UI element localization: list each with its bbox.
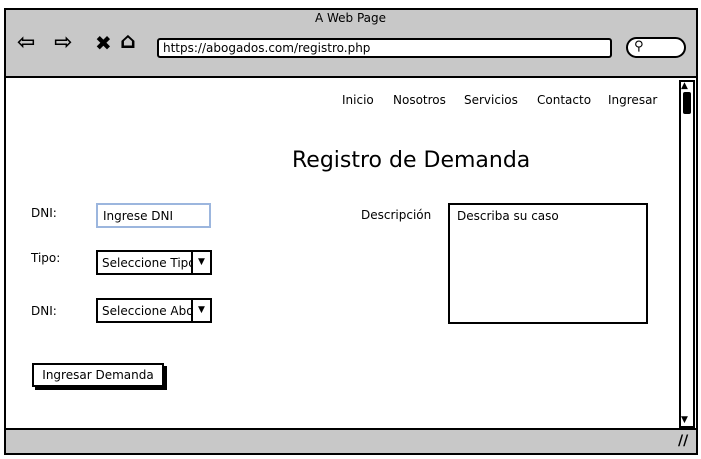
stop-icon[interactable]: ✖ <box>95 32 112 54</box>
forward-arrow-icon[interactable]: ⇨ <box>54 32 72 54</box>
tipo-label: Tipo: <box>31 251 61 265</box>
scroll-up-icon[interactable]: ▲ <box>681 82 688 91</box>
chevron-down-icon[interactable]: ▼ <box>191 252 210 273</box>
dni-label: DNI: <box>31 206 57 220</box>
dni-input[interactable]: Ingrese DNI <box>96 203 211 228</box>
resize-handle-icon[interactable]: // <box>678 433 688 449</box>
vertical-scrollbar[interactable] <box>679 80 695 428</box>
abogado-select-value: Seleccione Abogado <box>102 304 192 318</box>
ingresar-demanda-button[interactable]: Ingresar Demanda <box>32 363 164 387</box>
descripcion-textarea[interactable]: Describa su caso <box>448 203 648 324</box>
scroll-thumb[interactable] <box>683 92 691 114</box>
nav-link-nosotros[interactable]: Nosotros <box>393 93 446 107</box>
descripcion-label: Descripción <box>361 208 432 222</box>
nav-link-contacto[interactable]: Contacto <box>537 93 591 107</box>
address-bar[interactable]: https://abogados.com/registro.php <box>157 38 612 58</box>
search-icon: ⚲ <box>634 39 644 54</box>
nav-link-servicios[interactable]: Servicios <box>464 93 518 107</box>
page-title: Registro de Demanda <box>292 148 531 173</box>
chevron-down-icon[interactable]: ▼ <box>191 300 210 321</box>
status-bar <box>6 428 696 453</box>
back-arrow-icon[interactable]: ⇦ <box>17 32 35 54</box>
nav-link-inicio[interactable]: Inicio <box>342 93 374 107</box>
window-title: A Web Page <box>314 11 387 25</box>
abogado-dni-label: DNI: <box>31 304 57 318</box>
scroll-down-icon[interactable]: ▼ <box>681 416 688 425</box>
tipo-select-value: Seleccione Tipo <box>102 256 192 270</box>
tipo-select[interactable]: Seleccione Tipo ▼ <box>96 250 212 275</box>
home-icon[interactable]: ⌂ <box>120 31 136 53</box>
abogado-select[interactable]: Seleccione Abogado ▼ <box>96 298 212 323</box>
nav-link-ingresar[interactable]: Ingresar <box>608 93 657 107</box>
